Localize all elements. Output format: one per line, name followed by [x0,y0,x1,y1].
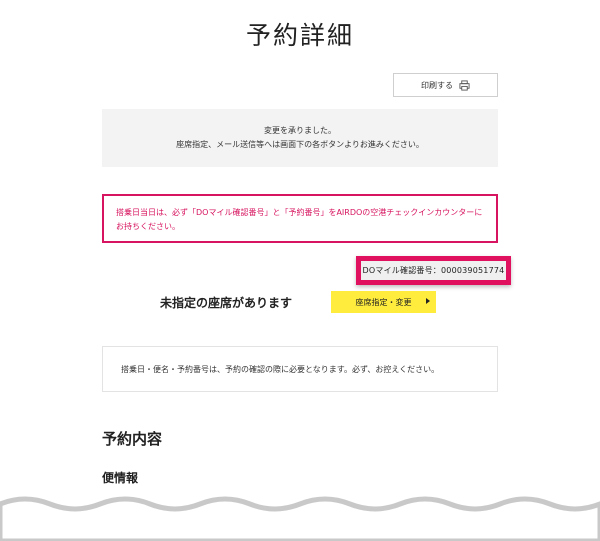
seat-selection-button[interactable]: 座席指定・変更 [331,291,436,313]
print-button-label: 印刷する [421,80,453,90]
flight-info-heading: 便情報 [102,471,139,485]
alert-line-2: お持ちください。 [116,222,180,231]
printer-icon [459,79,470,91]
mile-confirmation-number: DOマイル確認番号：000039051774 [356,256,511,285]
alert-line-1: 搭乗日当日は、必ず「DOマイル確認番号」と「予約番号」をAIRDOの空港チェック… [116,208,483,217]
info-text: 搭乗日・便名・予約番号は、予約の確認の際に必要となります。必ず、お控えください。 [121,364,440,374]
torn-edge-divider [0,496,600,541]
reservation-details-heading: 予約内容 [102,430,163,448]
mile-number-text: DOマイル確認番号：000039051774 [362,266,505,275]
boarding-alert: 搭乗日当日は、必ず「DOマイル確認番号」と「予約番号」をAIRDOの空港チェック… [102,194,498,243]
reservation-info-note: 搭乗日・便名・予約番号は、予約の確認の際に必要となります。必ず、お控えください。 [102,346,498,392]
notice-line-2: 座席指定、メール送信等へは画面下の各ボタンよりお進みください。 [176,140,424,149]
print-button[interactable]: 印刷する [393,73,498,97]
page-title: 予約詳細 [245,21,354,50]
seat-button-label: 座席指定・変更 [355,297,412,307]
notice-line-1: 変更を承りました。 [264,126,336,135]
unassigned-seat-label: 未指定の座席があります [160,296,293,310]
confirmation-notice: 変更を承りました。 座席指定、メール送信等へは画面下の各ボタンよりお進みください… [102,109,498,167]
arrow-right-icon [426,298,430,304]
